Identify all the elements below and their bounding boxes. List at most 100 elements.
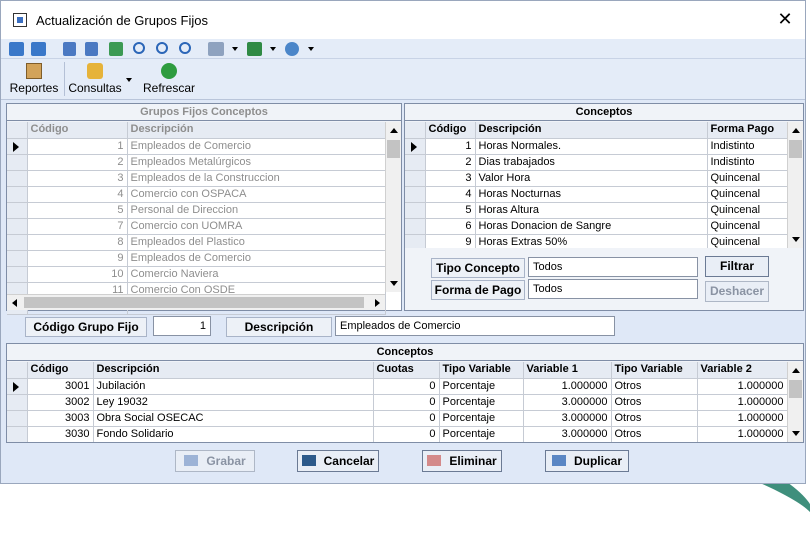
cb-tipo1-cell[interactable]: Porcentaje bbox=[439, 378, 524, 395]
cb-col-tipo2[interactable]: Tipo Variable bbox=[611, 362, 698, 379]
grupo-descripcion-cell[interactable]: Empleados del Plastico bbox=[127, 234, 386, 251]
concepto-descripcion-cell[interactable]: Horas Extras 50% bbox=[475, 234, 708, 248]
eliminar-button[interactable]: Eliminar bbox=[422, 450, 502, 472]
grupos-hscroll-thumb[interactable] bbox=[24, 297, 364, 308]
cb-col-tipo1[interactable]: Tipo Variable bbox=[439, 362, 524, 379]
grupo-codigo-cell[interactable]: 2 bbox=[27, 154, 128, 171]
concepto-codigo-cell[interactable]: 2 bbox=[425, 154, 476, 171]
conceptos-top-col-descripcion[interactable]: Descripción bbox=[475, 122, 708, 139]
conceptos-bottom-vscroll[interactable] bbox=[787, 362, 803, 442]
grupos-scroll-right-icon[interactable] bbox=[369, 295, 385, 311]
concepto-codigo-cell[interactable]: 6 bbox=[425, 218, 476, 235]
row-indicator[interactable] bbox=[7, 218, 28, 235]
grupo-row[interactable]: 8 Empleados del Plastico bbox=[7, 234, 386, 251]
grupo-descripcion-cell[interactable]: Empleados de Comercio bbox=[127, 138, 386, 155]
filtrar-button[interactable]: Filtrar bbox=[705, 256, 769, 277]
grupo-row[interactable]: 2 Empleados Metalúrgicos bbox=[7, 154, 386, 171]
concepto-top-row[interactable]: 5 Horas Altura Quincenal bbox=[405, 202, 788, 219]
cb-var1-cell[interactable]: 3.000000 bbox=[523, 426, 612, 442]
grupo-row[interactable]: 7 Comercio con UOMRA bbox=[7, 218, 386, 235]
concepto-bottom-row[interactable]: 3001 Jubilación 0 Porcentaje 1.000000 Otros 1.… bbox=[7, 378, 788, 395]
concepto-forma-cell[interactable]: Indistinto bbox=[707, 154, 788, 171]
grupo-row[interactable]: 10 Comercio Naviera bbox=[7, 266, 386, 283]
row-indicator[interactable] bbox=[7, 186, 28, 203]
conceptos-top-vscroll[interactable] bbox=[787, 122, 803, 248]
conceptos-bottom-scroll-thumb[interactable] bbox=[789, 380, 802, 398]
grupos-col-codigo[interactable]: Código bbox=[27, 122, 128, 139]
conceptos-top-col-forma[interactable]: Forma Pago bbox=[707, 122, 788, 139]
consultas-button[interactable]: Consultas bbox=[67, 61, 123, 99]
deshacer-button[interactable]: Deshacer bbox=[705, 281, 769, 302]
cb-tipo2-cell[interactable]: Otros bbox=[611, 426, 698, 442]
row-indicator[interactable] bbox=[405, 202, 426, 219]
concepto-top-row[interactable]: 4 Horas Nocturnas Quincenal bbox=[405, 186, 788, 203]
consultas-dropdown-icon[interactable] bbox=[126, 78, 132, 82]
conceptos-top-col-codigo[interactable]: Código bbox=[425, 122, 476, 139]
globe-dropdown-icon[interactable] bbox=[308, 47, 314, 51]
row-indicator[interactable] bbox=[405, 137, 426, 155]
cb-var1-cell[interactable]: 3.000000 bbox=[523, 394, 612, 411]
row-indicator[interactable] bbox=[7, 138, 28, 155]
conceptos-top-scroll-up-icon[interactable] bbox=[788, 122, 803, 139]
grupo-descripcion-cell[interactable]: Personal de Direccion bbox=[127, 202, 386, 219]
cancelar-button[interactable]: Cancelar bbox=[297, 450, 379, 472]
grupo-codigo-cell[interactable]: 3 bbox=[27, 170, 128, 187]
cb-col-codigo[interactable]: Código bbox=[27, 362, 94, 379]
grupo-row[interactable]: 1 Empleados de Comercio bbox=[7, 138, 386, 155]
concepto-top-row[interactable]: 6 Horas Donacion de Sangre Quincenal bbox=[405, 218, 788, 235]
find-icon[interactable] bbox=[133, 42, 145, 54]
concepto-descripcion-cell[interactable]: Horas Donacion de Sangre bbox=[475, 218, 708, 235]
concepto-descripcion-cell[interactable]: Dias trabajados bbox=[475, 154, 708, 171]
grupo-codigo-cell[interactable]: 1 bbox=[27, 138, 128, 155]
grupo-row[interactable]: 3 Empleados de la Construccion bbox=[7, 170, 386, 187]
row-indicator[interactable] bbox=[405, 234, 426, 248]
grupo-descripcion-cell[interactable]: Empleados Metalúrgicos bbox=[127, 154, 386, 171]
concepto-descripcion-cell[interactable]: Horas Normales. bbox=[475, 137, 708, 155]
row-indicator[interactable] bbox=[405, 154, 426, 171]
globe-icon[interactable] bbox=[285, 42, 299, 56]
refrescar-button[interactable]: Refrescar bbox=[141, 61, 197, 99]
cb-codigo-cell[interactable]: 3003 bbox=[27, 410, 94, 427]
grabar-button[interactable]: Grabar bbox=[175, 450, 255, 472]
cb-codigo-cell[interactable]: 3002 bbox=[27, 394, 94, 411]
row-indicator[interactable] bbox=[7, 202, 28, 219]
grupo-row[interactable]: 9 Empleados de Comercio bbox=[7, 250, 386, 267]
grupos-scroll-left-icon[interactable] bbox=[7, 295, 23, 311]
grupos-scroll-down-icon[interactable] bbox=[386, 275, 402, 292]
grupos-hscroll[interactable] bbox=[7, 294, 385, 310]
duplicar-button[interactable]: Duplicar bbox=[545, 450, 629, 472]
cb-tipo2-cell[interactable]: Otros bbox=[611, 378, 698, 395]
cb-tipo1-cell[interactable]: Porcentaje bbox=[439, 410, 524, 427]
concepto-bottom-row[interactable]: 3003 Obra Social OSECAC 0 Porcentaje 3.00000… bbox=[7, 410, 788, 427]
cb-tipo1-cell[interactable]: Porcentaje bbox=[439, 426, 524, 442]
cb-col-descripcion[interactable]: Descripción bbox=[93, 362, 374, 379]
nav-first-icon[interactable] bbox=[9, 42, 24, 56]
row-indicator[interactable] bbox=[7, 426, 28, 442]
row-indicator[interactable] bbox=[405, 218, 426, 235]
find-prev-icon[interactable] bbox=[179, 42, 191, 54]
excel-dropdown-icon[interactable] bbox=[270, 47, 276, 51]
row-indicator[interactable] bbox=[7, 170, 28, 187]
concepto-codigo-cell[interactable]: 9 bbox=[425, 234, 476, 248]
row-indicator[interactable] bbox=[7, 378, 28, 395]
grupo-codigo-cell[interactable]: 4 bbox=[27, 186, 128, 203]
concepto-bottom-row[interactable]: 3002 Ley 19032 0 Porcentaje 3.000000 Otros 1.0… bbox=[7, 394, 788, 411]
grupo-row[interactable]: 5 Personal de Direccion bbox=[7, 202, 386, 219]
cb-var2-cell[interactable]: 1.000000 bbox=[697, 394, 788, 411]
grupos-scroll-up-icon[interactable] bbox=[386, 122, 402, 139]
grupos-col-descripcion[interactable]: Descripción bbox=[127, 122, 386, 139]
concepto-descripcion-cell[interactable]: Horas Altura bbox=[475, 202, 708, 219]
grupo-codigo-cell[interactable]: 9 bbox=[27, 250, 128, 267]
filter-clear-icon[interactable] bbox=[85, 42, 98, 56]
close-icon[interactable]: ✕ bbox=[775, 9, 795, 30]
grupo-codigo-cell[interactable]: 8 bbox=[27, 234, 128, 251]
concepto-descripcion-cell[interactable]: Horas Nocturnas bbox=[475, 186, 708, 203]
row-indicator[interactable] bbox=[7, 154, 28, 171]
cb-descripcion-cell[interactable]: Jubilación bbox=[93, 378, 374, 395]
cb-descripcion-cell[interactable]: Ley 19032 bbox=[93, 394, 374, 411]
grupo-descripcion-cell[interactable]: Comercio con UOMRA bbox=[127, 218, 386, 235]
concepto-top-row[interactable]: 9 Horas Extras 50% Quincenal bbox=[405, 234, 788, 248]
undo-icon[interactable] bbox=[109, 42, 123, 56]
conceptos-top-scroll-thumb[interactable] bbox=[789, 140, 802, 158]
conceptos-bottom-scroll-up-icon[interactable] bbox=[788, 362, 803, 379]
